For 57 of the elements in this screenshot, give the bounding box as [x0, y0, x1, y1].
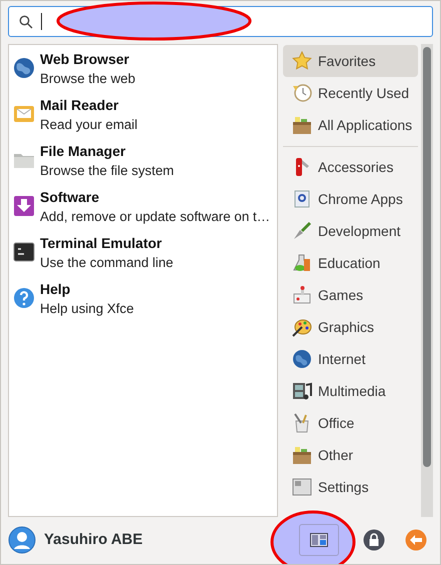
category-item[interactable]: Favorites: [283, 45, 418, 77]
avatar-icon: [8, 526, 36, 554]
app-description: Help using Xfce: [40, 300, 134, 318]
category-item[interactable]: Multimedia: [283, 375, 418, 407]
app-title: Help: [40, 280, 72, 299]
joystick-icon: [292, 285, 312, 305]
app-title: Web Browser: [40, 50, 130, 69]
category-item[interactable]: Internet: [283, 343, 418, 375]
download-icon: [12, 194, 36, 218]
category-item[interactable]: Graphics: [283, 311, 418, 343]
tile-icon: [292, 189, 312, 209]
app-item[interactable]: Software Add, remove or update software on t…: [9, 188, 277, 234]
settings-icon: [292, 477, 312, 497]
app-item[interactable]: Help Help using Xfce: [9, 280, 277, 326]
text-cursor: [41, 13, 42, 30]
app-item[interactable]: Terminal Emulator Use the command line: [9, 234, 277, 280]
scrollbar[interactable]: [421, 44, 433, 517]
app-description: Read your email: [40, 116, 138, 134]
app-description: Browse the web: [40, 70, 136, 88]
terminal-icon: [12, 240, 36, 264]
layout-icon: [310, 532, 328, 546]
search-icon: [19, 14, 33, 28]
app-description: Add, remove or update software on t…: [40, 208, 270, 226]
category-item[interactable]: Chrome Apps: [283, 183, 418, 215]
category-item[interactable]: Education: [283, 247, 418, 279]
globe-icon: [292, 349, 312, 369]
app-description: Use the command line: [40, 254, 174, 272]
box-icon: [292, 115, 312, 135]
category-item[interactable]: Recently Used: [283, 77, 418, 109]
category-item[interactable]: Other: [283, 439, 418, 471]
globe-icon: [12, 56, 36, 80]
trowel-icon: [292, 221, 312, 241]
lock-button[interactable]: [363, 528, 385, 550]
app-item[interactable]: Web Browser Browse the web: [9, 50, 277, 96]
clock-icon: [292, 83, 312, 103]
category-item[interactable]: Accessories: [283, 151, 418, 183]
category-item[interactable]: Office: [283, 407, 418, 439]
logout-button[interactable]: [405, 528, 427, 550]
app-title: Mail Reader: [40, 96, 120, 115]
app-title: File Manager: [40, 142, 127, 161]
app-title: Terminal Emulator: [40, 234, 163, 253]
category-item[interactable]: Games: [283, 279, 418, 311]
star-icon: [292, 51, 312, 71]
category-item[interactable]: Development: [283, 215, 418, 247]
palette-icon: [292, 317, 312, 337]
app-item[interactable]: File Manager Browse the file system: [9, 142, 277, 188]
app-item[interactable]: Mail Reader Read your email: [9, 96, 277, 142]
help-icon: [12, 286, 36, 310]
app-title: Software: [40, 188, 100, 207]
user-name: Yasuhiro ABE: [44, 531, 143, 548]
layout-button[interactable]: [299, 524, 339, 556]
box-icon: [292, 445, 312, 465]
film-icon: [292, 381, 312, 401]
category-item[interactable]: All Applications: [283, 109, 418, 141]
app-description: Browse the file system: [40, 162, 174, 180]
flask-icon: [292, 253, 312, 273]
category-item[interactable]: Settings: [283, 471, 418, 503]
